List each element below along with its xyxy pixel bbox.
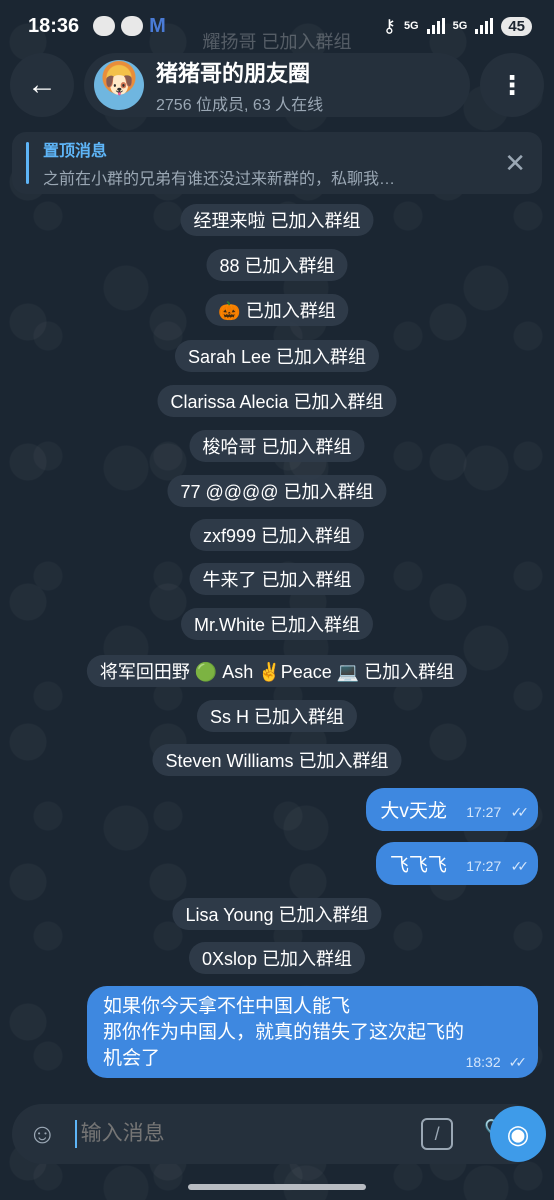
service-message: Ss H 已加入群组 bbox=[196, 700, 358, 732]
chat-title-area[interactable]: 🐶 猪猪哥的朋友圈 2756 位成员, 63 人在线 bbox=[84, 53, 470, 117]
double-check-icon: ✓✓ bbox=[508, 1053, 528, 1070]
battery-indicator: 45 bbox=[501, 16, 532, 36]
key-icon: ⚷ bbox=[382, 15, 396, 36]
service-message: Clarissa Alecia 已加入群组 bbox=[157, 385, 397, 417]
chat-header: ← 🐶 猪猪哥的朋友圈 2756 位成员, 63 人在线 ⋮ bbox=[10, 52, 544, 118]
service-message: 牛来了 已加入群组 bbox=[189, 563, 365, 595]
signal-icon-1 bbox=[426, 18, 445, 34]
service-message: 经理来啦 已加入群组 bbox=[180, 204, 374, 236]
avatar: 🐶 bbox=[94, 60, 144, 110]
chat-subtitle: 2756 位成员, 63 人在线 bbox=[156, 96, 324, 114]
message-composer: ☺ / 📎 ◉ bbox=[12, 1104, 546, 1164]
chat-title: 猪猪哥的朋友圈 bbox=[156, 60, 311, 86]
outgoing-message[interactable]: 飞飞飞 17:27 ✓✓ bbox=[375, 842, 538, 885]
more-button[interactable]: ⋮ bbox=[480, 53, 544, 117]
service-message: 77 @@@@ 已加入群组 bbox=[167, 475, 387, 507]
message-text: 飞飞飞 bbox=[389, 855, 447, 876]
message-time: 17:27 bbox=[466, 858, 502, 874]
service-message: 88 已加入群组 bbox=[206, 249, 348, 281]
signal-icon-2 bbox=[475, 18, 494, 34]
command-slash-icon[interactable]: / bbox=[421, 1118, 454, 1150]
outgoing-message[interactable]: 大v天龙 17:27 ✓✓ bbox=[366, 788, 538, 831]
service-message: 将军回田野 🟢 Ash ✌️Peace 💻 已加入群组 bbox=[86, 655, 468, 687]
m-app-icon: M bbox=[149, 14, 166, 37]
pinned-indicator bbox=[26, 142, 29, 184]
close-icon[interactable]: ✕ bbox=[504, 148, 526, 179]
arrow-left-icon: ← bbox=[27, 68, 57, 101]
message-time: 17:27 bbox=[466, 804, 502, 820]
message-input[interactable] bbox=[80, 1122, 422, 1146]
service-message: Lisa Young 已加入群组 bbox=[172, 898, 382, 930]
service-message: Steven Williams 已加入群组 bbox=[152, 744, 402, 776]
message-line: 那你作为中国人，就真的错失了这次起飞的 bbox=[103, 1022, 465, 1044]
double-check-icon: ✓✓ bbox=[510, 804, 530, 820]
gesture-nav-bar[interactable] bbox=[188, 1184, 366, 1190]
service-message: Sarah Lee 已加入群组 bbox=[174, 340, 380, 372]
text-caret bbox=[74, 1120, 77, 1148]
camera-icon[interactable]: ◉ bbox=[490, 1106, 546, 1162]
pinned-message[interactable]: 置顶消息 之前在小群的兄弟有谁还没过来新群的，私聊我… ✕ bbox=[12, 132, 542, 194]
message-text: 大v天龙 bbox=[380, 801, 447, 822]
service-message: Mr.White 已加入群组 bbox=[180, 608, 374, 640]
message-line: 如果你今天拿不住中国人能飞 bbox=[103, 996, 351, 1017]
network-label-1: 5G bbox=[403, 20, 419, 32]
message-icon bbox=[121, 16, 144, 36]
wechat-icon bbox=[93, 16, 116, 36]
outgoing-message-long[interactable]: 如果你今天拿不住中国人能飞 那你作为中国人，就真的错失了这次起飞的 机会了 18… bbox=[87, 986, 538, 1078]
pinned-text: 之前在小群的兄弟有谁还没过来新群的，私聊我… bbox=[43, 171, 396, 188]
pinned-label: 置顶消息 bbox=[43, 143, 108, 160]
service-message: 梭哈哥 已加入群组 bbox=[189, 430, 365, 462]
emoji-icon[interactable]: ☺ bbox=[28, 1118, 57, 1150]
network-label-2: 5G bbox=[452, 20, 468, 32]
back-button[interactable]: ← bbox=[10, 53, 74, 117]
service-message: 🎃 已加入群组 bbox=[205, 294, 349, 326]
service-message: 0Xslop 已加入群组 bbox=[188, 942, 366, 974]
more-vert-icon: ⋮ bbox=[499, 69, 525, 100]
double-check-icon: ✓✓ bbox=[510, 858, 530, 874]
status-time: 18:36 bbox=[28, 14, 80, 37]
message-time: 18:32 bbox=[465, 1053, 501, 1070]
service-message: zxf999 已加入群组 bbox=[189, 519, 365, 551]
status-bar: 18:36 M ⚷ 5G 5G 45 bbox=[0, 0, 554, 52]
